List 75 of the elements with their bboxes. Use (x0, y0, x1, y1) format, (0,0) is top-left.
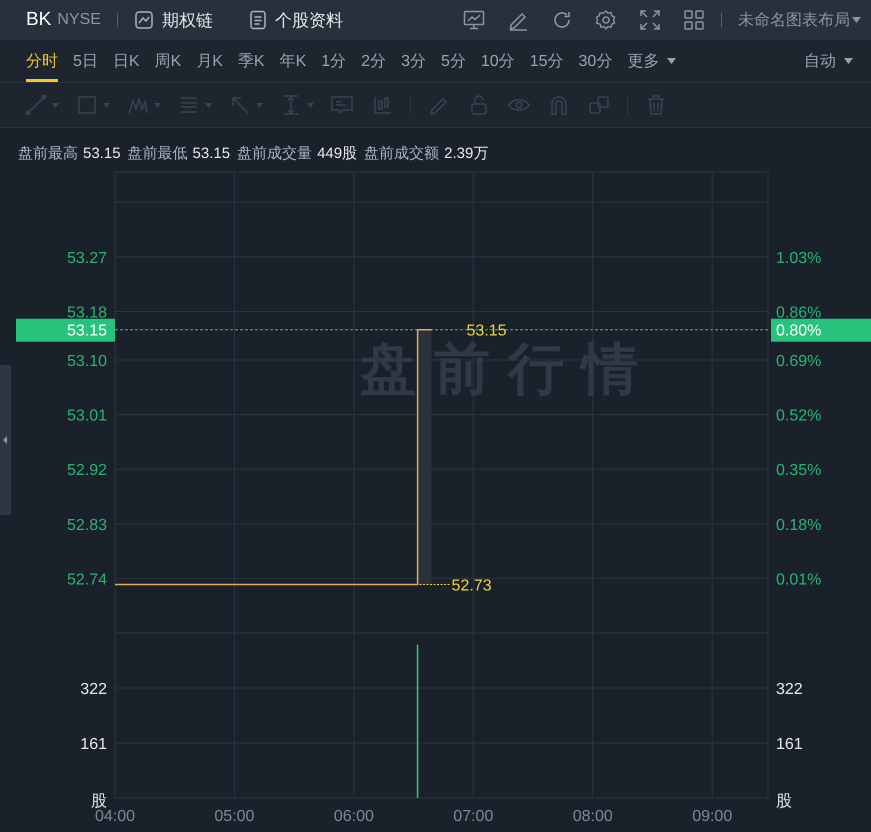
percent-tick-label: 0.69% (776, 353, 822, 370)
price-tick-label: 52.92 (66, 462, 107, 480)
header-link[interactable]: 期权链 (134, 8, 213, 32)
document-icon (248, 10, 267, 30)
caret-icon (52, 102, 59, 108)
timeframe-tab[interactable]: 5分 (440, 40, 466, 82)
caret-icon (844, 58, 853, 64)
settings-icon[interactable] (595, 9, 617, 31)
grid-icon[interactable] (683, 9, 705, 31)
timeframe-tab[interactable]: 2分 (361, 40, 386, 82)
scale-dropdown[interactable]: 自动 (804, 40, 853, 82)
timeframe-tab[interactable]: 1分 (321, 40, 346, 82)
time-tick-label: 07:00 (453, 808, 494, 825)
volume-tick-label: 322 (80, 681, 107, 698)
caret-icon (154, 102, 161, 108)
chart-icon[interactable] (463, 10, 485, 30)
volume-tick-label: 322 (776, 681, 803, 698)
layout-dropdown[interactable]: 未命名图表布局 (738, 10, 861, 30)
high-price-label: 53.15 (466, 322, 507, 340)
time-tick-label: 08:00 (572, 808, 613, 825)
refresh-icon[interactable] (551, 9, 573, 31)
price-tick-label: 52.74 (66, 571, 107, 588)
volume-tick-label: 161 (80, 736, 107, 753)
percent-badge: 0.80% (771, 318, 871, 342)
low-price-label: 52.73 (452, 577, 492, 594)
price-tick-label: 53.10 (66, 353, 107, 370)
timeframe-tab[interactable]: 15分 (530, 40, 564, 82)
percent-tick-label: 1.03% (776, 250, 822, 267)
chart-icon (134, 10, 154, 30)
timeframe-tab[interactable]: 日K (112, 40, 140, 82)
time-tick-label: 06:00 (334, 808, 374, 825)
line-tool-icon (24, 93, 48, 117)
timeframe-tab[interactable]: 30分 (578, 40, 612, 82)
timeframe-tab[interactable]: 季K (238, 40, 265, 82)
caret-icon (103, 102, 110, 108)
fullscreen-icon[interactable] (639, 9, 661, 31)
caret-icon (667, 58, 676, 64)
stat-label: 盘前最高 (18, 144, 78, 162)
time-tick-label: 04:00 (94, 808, 136, 825)
stat-value: 449股 (317, 144, 358, 162)
timeframe-tab[interactable]: 月K (196, 40, 223, 82)
stat-value: 53.15 (83, 144, 121, 162)
collapse-handle[interactable] (0, 365, 11, 515)
time-tick-label: 09:00 (692, 808, 732, 825)
volume-unit-label: 股 (91, 793, 107, 810)
exchange-label: NYSE (57, 11, 101, 29)
stat-label: 盘前最低 (128, 144, 188, 162)
timeframe-tab[interactable]: 周K (154, 40, 182, 82)
timeframe-tab[interactable]: 5日 (73, 40, 98, 82)
leader-line (419, 584, 450, 585)
volume-tick-label: 161 (776, 736, 803, 753)
percent-tick-label: 0.01% (776, 571, 822, 588)
percent-tick-label: 0.35% (776, 462, 822, 480)
price-tick-label: 53.01 (66, 408, 107, 425)
caret-icon (205, 102, 212, 108)
caret-icon (256, 102, 263, 108)
caret-icon (307, 102, 314, 108)
stat-value: 2.39万 (444, 144, 488, 162)
time-tick-label: 05:00 (214, 808, 254, 825)
volume-unit-label: 股 (776, 793, 792, 810)
price-tick-label: 53.27 (66, 250, 107, 267)
price-tick-label: 52.83 (66, 516, 107, 534)
stat-label: 盘前成交量 (237, 144, 312, 162)
more-dropdown[interactable]: 更多 (627, 40, 676, 82)
caret-icon (852, 17, 861, 23)
stat-label: 盘前成交额 (364, 144, 440, 162)
percent-tick-label: 0.18% (776, 516, 822, 534)
price-badge: 53.15 (16, 318, 115, 342)
stock-symbol: BK (26, 9, 52, 31)
timeframe-tab[interactable]: 10分 (480, 40, 515, 82)
timeframe-tab[interactable]: 年K (280, 40, 306, 82)
stat-value: 53.15 (192, 144, 230, 162)
percent-tick-label: 0.52% (776, 408, 822, 425)
header-link[interactable]: 个股资料 (248, 8, 343, 32)
timeframe-tab[interactable]: 3分 (401, 40, 426, 82)
